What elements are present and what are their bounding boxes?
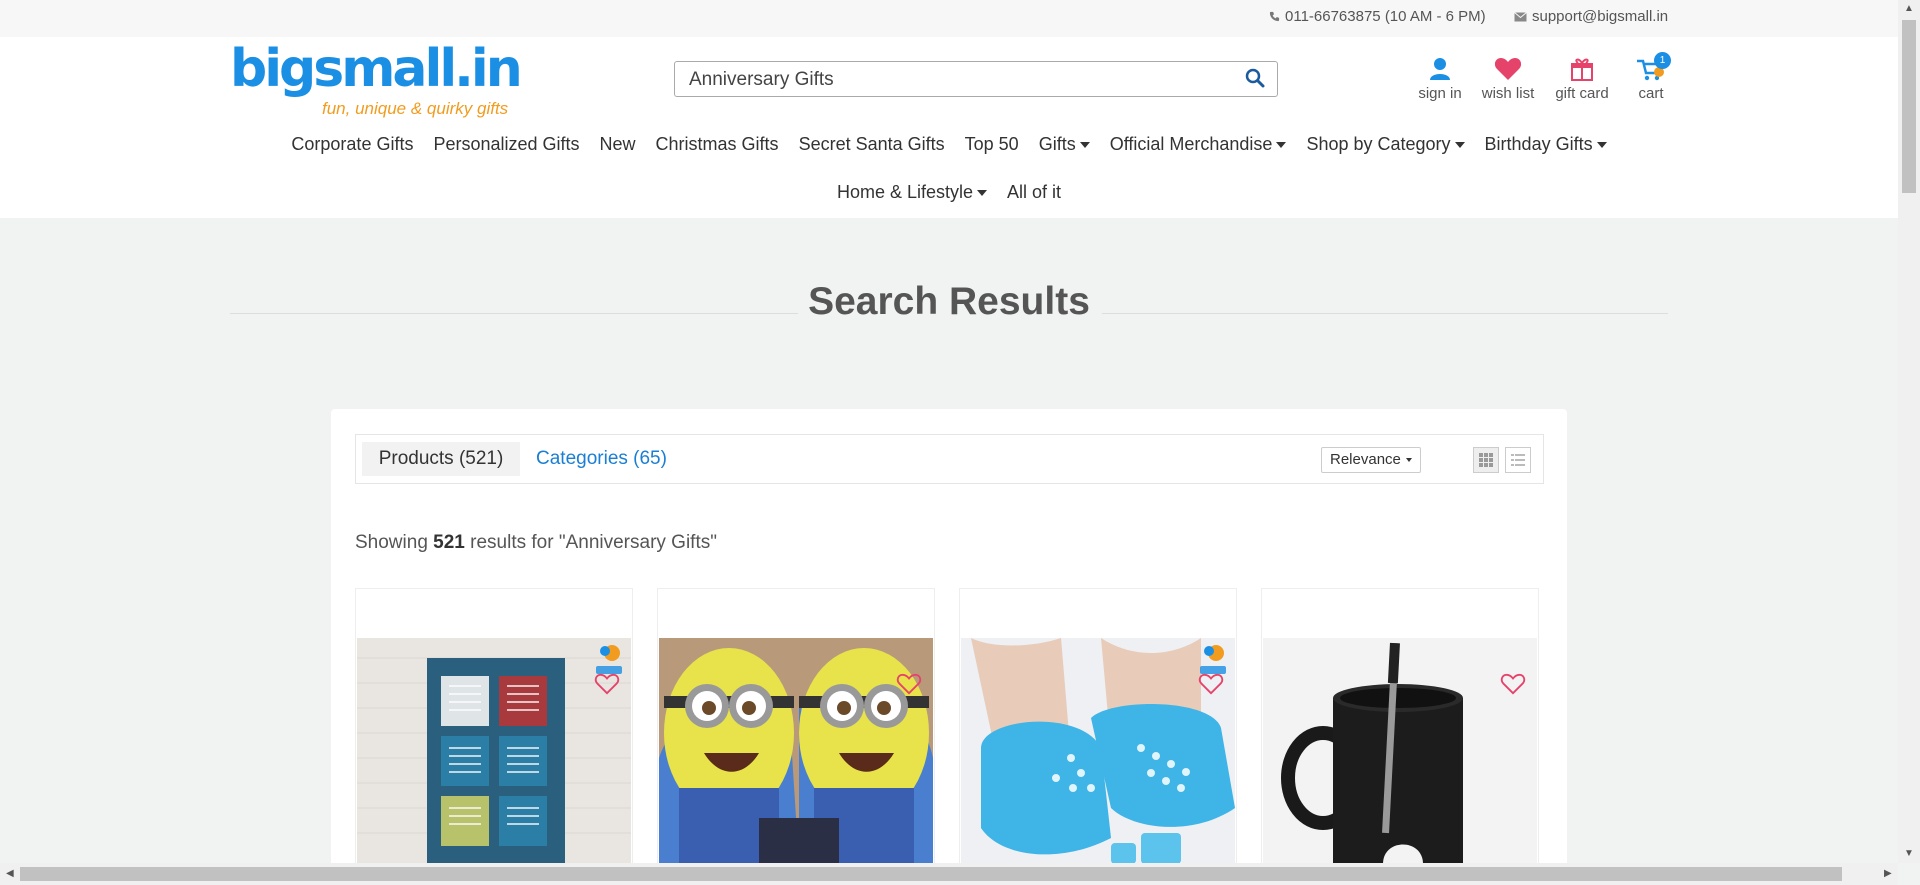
nav-shop-by-category-dropdown[interactable]: Shop by Category — [1296, 134, 1474, 155]
showing-suffix: results for "Anniversary Gifts" — [470, 532, 717, 553]
site-header: bigsmall.in fun, unique & quirky gifts s… — [0, 37, 1898, 218]
page-title: Search Results — [808, 280, 1090, 323]
vertical-scrollbar[interactable]: ▲ ▼ — [1898, 0, 1920, 863]
nav-new[interactable]: New — [590, 134, 646, 155]
wishlist-heart-icon[interactable] — [594, 673, 620, 695]
phone-icon — [1269, 11, 1280, 22]
envelope-icon — [1514, 11, 1527, 21]
search-results-panel: Products (521) Categories (65) Relevance… — [331, 409, 1567, 885]
grid-view-button[interactable] — [1473, 447, 1499, 473]
nav-label: Gifts — [1038, 134, 1076, 154]
sign-in-link[interactable]: sign in — [1405, 53, 1475, 102]
gift-card-link[interactable]: gift card — [1547, 53, 1617, 102]
top-contact-bar: 011-66763875 (10 AM - 6 PM) support@bigs… — [0, 0, 1898, 37]
nav-birthday-gifts-dropdown[interactable]: Birthday Gifts — [1475, 134, 1617, 155]
phone-contact: 011-66763875 (10 AM - 6 PM) — [1269, 8, 1486, 25]
email-text[interactable]: support@bigsmall.in — [1532, 8, 1668, 25]
caret-down-icon — [977, 189, 988, 196]
phone-text[interactable]: 011-66763875 (10 AM - 6 PM) — [1285, 8, 1486, 25]
cart-link[interactable]: 1 cart — [1616, 52, 1686, 102]
wishlist-heart-icon[interactable] — [896, 673, 922, 695]
product-card[interactable] — [1261, 588, 1539, 885]
main-nav-row-2: Home & Lifestyle All of it — [0, 182, 1898, 203]
gift-card-label: gift card — [1555, 85, 1609, 102]
tab-products[interactable]: Products (521) — [362, 442, 520, 476]
caret-down-icon — [1596, 141, 1607, 148]
wishlist-heart-icon[interactable] — [1500, 673, 1526, 695]
email-contact: support@bigsmall.in — [1514, 8, 1668, 25]
nav-home-lifestyle-dropdown[interactable]: Home & Lifestyle — [827, 182, 997, 203]
wish-list-link[interactable]: wish list — [1473, 53, 1543, 102]
list-icon — [1511, 454, 1525, 466]
nav-label: All of it — [1007, 182, 1062, 202]
nav-label: Official Merchandise — [1109, 134, 1273, 154]
results-count: 521 — [433, 532, 465, 553]
grid-icon — [1479, 453, 1493, 467]
sort-dropdown-label: Relevance — [1330, 451, 1401, 468]
nav-label: Birthday Gifts — [1484, 134, 1593, 154]
nav-label: Corporate Gifts — [291, 134, 414, 154]
caret-down-icon — [1405, 458, 1412, 462]
product-image-window-shutters[interactable] — [357, 638, 631, 864]
logo-wordmark: bigsmall.in — [230, 39, 523, 99]
nav-gifts-dropdown[interactable]: Gifts — [1029, 134, 1100, 155]
wishlist-heart-icon[interactable] — [1198, 673, 1224, 695]
logo-tagline: fun, unique & quirky gifts — [322, 99, 509, 118]
nav-official-merchandise-dropdown[interactable]: Official Merchandise — [1100, 134, 1297, 155]
caret-down-icon — [1079, 141, 1090, 148]
nav-label: Personalized Gifts — [433, 134, 580, 154]
search-box — [674, 61, 1278, 98]
list-view-button[interactable] — [1505, 447, 1531, 473]
nav-label: New — [599, 134, 636, 154]
site-logo[interactable]: bigsmall.in fun, unique & quirky gifts — [230, 43, 530, 127]
main-nav-row-1: Corporate Gifts Personalized Gifts New C… — [0, 134, 1898, 155]
showing-prefix: Showing — [355, 532, 428, 553]
product-image-minion-slippers[interactable] — [659, 638, 933, 864]
product-image-spa-socks[interactable] — [961, 638, 1235, 864]
nav-christmas-gifts[interactable]: Christmas Gifts — [646, 134, 789, 155]
sign-in-label: sign in — [1418, 85, 1462, 102]
nav-top-50[interactable]: Top 50 — [955, 134, 1029, 155]
search-icon — [1245, 68, 1265, 88]
caret-down-icon — [1276, 141, 1287, 148]
product-card[interactable] — [959, 588, 1237, 885]
nav-label: Christmas Gifts — [655, 134, 779, 154]
nav-label: Shop by Category — [1306, 134, 1451, 154]
user-icon — [1430, 58, 1450, 80]
results-tabs-bar: Products (521) Categories (65) Relevance — [355, 434, 1544, 484]
product-card[interactable] — [355, 588, 633, 885]
results-count-text: Showing 521 results for "Anniversary Gif… — [355, 532, 717, 554]
caret-down-icon — [1454, 141, 1465, 148]
nav-all-of-it[interactable]: All of it — [997, 182, 1071, 203]
search-input[interactable] — [687, 62, 1231, 98]
nav-label: Top 50 — [964, 134, 1019, 154]
vertical-scrollbar-thumb[interactable] — [1902, 20, 1916, 193]
page-title-section: Search Results — [230, 276, 1668, 326]
scroll-up-arrow-icon[interactable]: ▲ — [1904, 3, 1914, 14]
product-image-golf-mug[interactable] — [1263, 638, 1537, 864]
nav-label: Secret Santa Gifts — [798, 134, 945, 154]
scroll-left-arrow-icon[interactable]: ◀ — [6, 868, 14, 879]
nav-corporate-gifts[interactable]: Corporate Gifts — [281, 134, 423, 155]
nav-secret-santa-gifts[interactable]: Secret Santa Gifts — [789, 134, 955, 155]
tab-categories[interactable]: Categories (65) — [536, 442, 667, 476]
horizontal-scrollbar-thumb[interactable] — [20, 867, 1842, 881]
gift-icon — [1571, 58, 1593, 81]
product-card[interactable] — [657, 588, 935, 885]
heart-icon — [1494, 58, 1522, 80]
horizontal-scrollbar[interactable]: ◀ ▶ — [0, 863, 1898, 885]
search-button[interactable] — [1245, 68, 1267, 90]
wish-list-label: wish list — [1481, 85, 1535, 102]
sort-dropdown[interactable]: Relevance — [1321, 447, 1421, 473]
scroll-right-arrow-icon[interactable]: ▶ — [1884, 868, 1892, 879]
nav-personalized-gifts[interactable]: Personalized Gifts — [423, 134, 589, 155]
cart-count-badge: 1 — [1654, 52, 1671, 69]
cart-label: cart — [1638, 85, 1664, 102]
scroll-down-arrow-icon[interactable]: ▼ — [1904, 848, 1914, 859]
nav-label: Home & Lifestyle — [836, 182, 974, 202]
